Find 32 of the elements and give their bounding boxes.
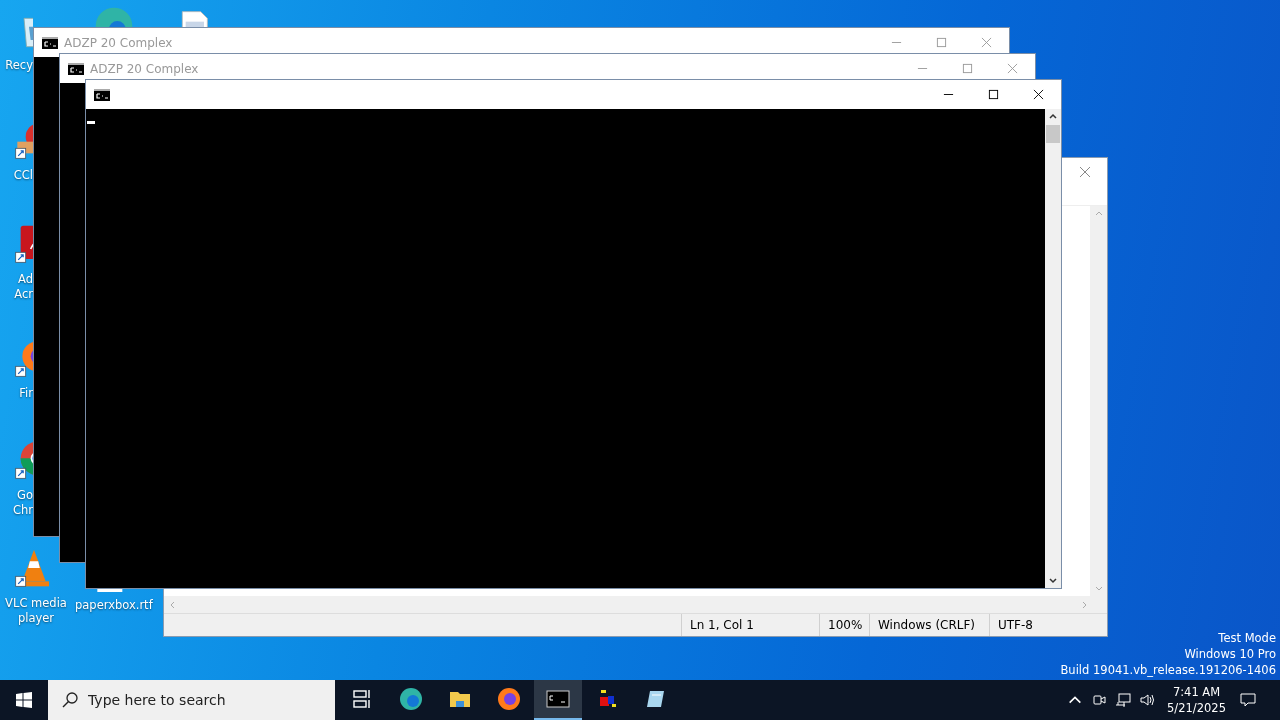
scroll-thumb[interactable] — [1046, 125, 1060, 143]
console-icon — [546, 687, 570, 711]
network-icon[interactable] — [1115, 692, 1132, 708]
scroll-down-icon[interactable] — [1048, 575, 1058, 585]
icon-label: Go Chr — [11, 488, 33, 518]
system-watermark-text: Windows 10 Pro — [1183, 646, 1276, 662]
status-item: Windows (CRLF) — [869, 614, 989, 636]
console-icon — [68, 62, 84, 75]
console-icon — [42, 36, 58, 49]
window-title: ADZP 20 Complex — [64, 35, 173, 50]
icon-label: VLC media player — [4, 596, 68, 626]
icon-label: CCl — [12, 168, 33, 183]
taskbar-app[interactable] — [534, 680, 582, 720]
status-item: 100% — [819, 614, 869, 636]
system-watermark-text: Build 19041.vb_release.191206-1406 — [1060, 662, 1276, 678]
icon-label: Ad Acr — [13, 272, 33, 302]
system-watermark-text: Test Mode — [1217, 630, 1276, 646]
meet-camera-icon[interactable] — [1091, 692, 1108, 708]
status-item: UTF-8 — [989, 614, 1107, 636]
status-item: Ln 1, Col 1 — [681, 614, 819, 636]
speaker-icon[interactable] — [1139, 692, 1156, 708]
window-title: ADZP 20 Complex — [90, 61, 199, 76]
browser-icon — [399, 687, 423, 711]
console-icon — [94, 88, 110, 101]
scrollbar[interactable] — [1045, 109, 1061, 588]
notification-icon[interactable] — [1240, 692, 1256, 708]
icon-label: Fir — [18, 386, 33, 401]
icon-label: Recy — [4, 58, 33, 73]
search-field[interactable]: Type here to search — [48, 680, 335, 720]
windows-logo-icon — [16, 692, 32, 708]
clock[interactable]: 7:41 AM 5/21/2025 — [1167, 684, 1226, 716]
browser-icon — [497, 687, 521, 711]
